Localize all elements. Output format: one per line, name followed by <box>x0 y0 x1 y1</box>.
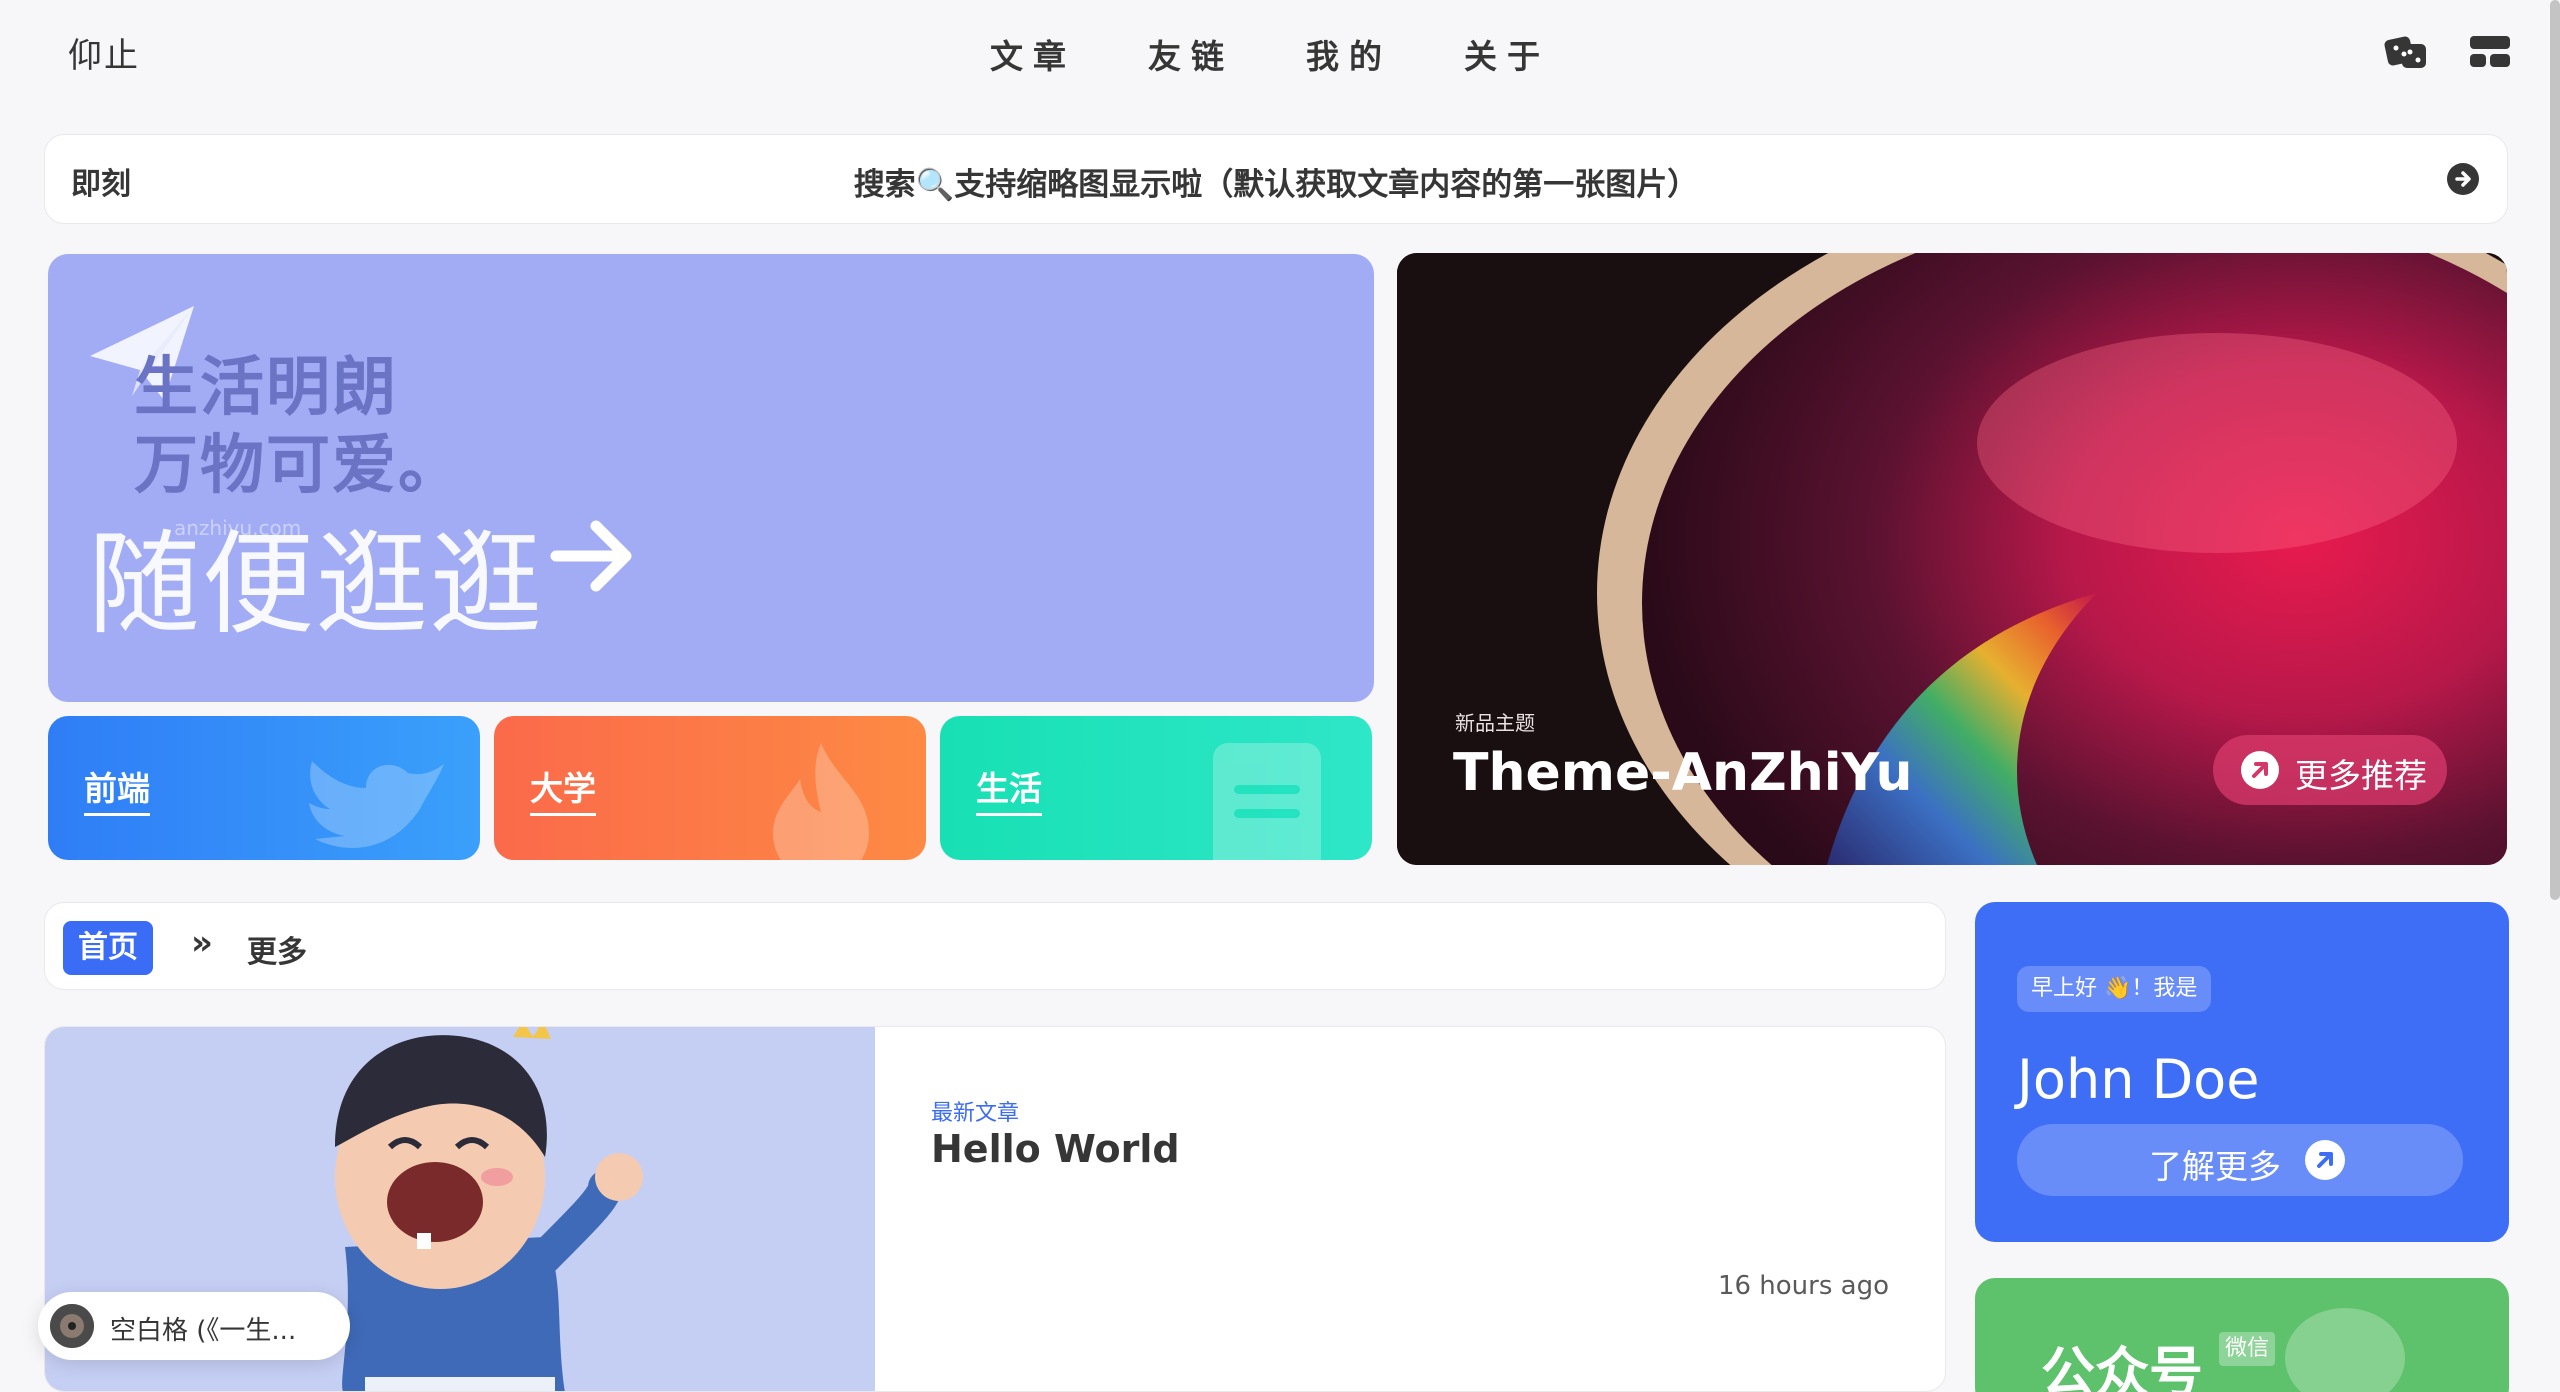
top-header: 仰止 文章 友链 我的 关于 <box>0 0 2560 110</box>
nav-item-links[interactable]: 友链 <box>1148 30 1306 78</box>
nav-item-about[interactable]: 关于 <box>1464 30 1622 78</box>
author-greeting[interactable]: 早上好 👋！我是 <box>2017 966 2212 1012</box>
category-university-card[interactable]: 大学 <box>494 716 926 860</box>
site-brand[interactable]: 仰止 <box>68 28 140 77</box>
banner-cta-text[interactable]: 随便逛逛 <box>88 494 544 656</box>
menu-grid-icon[interactable] <box>2468 32 2512 72</box>
author-card: 早上好 👋！我是 John Doe 了解更多 <box>1975 902 2509 1242</box>
post-title[interactable]: Hello World <box>931 1127 1180 1171</box>
flame-icon <box>773 743 869 860</box>
category-label: 前端 <box>84 762 150 816</box>
post-timestamp: 16 hours ago <box>1717 1271 1889 1301</box>
wechat-icon <box>2285 1308 2405 1392</box>
breadcrumb-home[interactable]: 首页 <box>63 921 153 975</box>
random-browse-banner[interactable]: 生活明朗 万物可爱。 anzhiyu.com 随便逛逛 <box>48 254 1374 702</box>
banner-slogan-line2: 万物可爱。 <box>134 429 464 503</box>
category-frontend-card[interactable]: 前端 <box>48 716 480 860</box>
wechat-title: 公众号 <box>2041 1341 2203 1392</box>
dice-icon[interactable] <box>2384 32 2428 72</box>
category-label: 大学 <box>530 762 596 816</box>
music-title: 空白格 (《一生... <box>110 1316 297 1346</box>
featured-theme-card[interactable]: 新品主题 Theme-AnZhiYu 更多推荐 <box>1397 253 2507 865</box>
feature-tag: 新品主题 <box>1455 711 1535 735</box>
arrow-right-icon <box>550 520 632 592</box>
learn-more-label: 了解更多 <box>2149 1147 2281 1186</box>
wechat-official-account-card[interactable]: 公众号 微信 <box>1975 1278 2509 1392</box>
arrow-up-right-icon <box>2305 1140 2345 1180</box>
breadcrumb-separator: » <box>191 923 213 963</box>
more-recommend-label: 更多推荐 <box>2295 756 2427 795</box>
album-cover <box>50 1304 94 1348</box>
page-scrollbar[interactable] <box>2550 0 2560 900</box>
feature-title: Theme-AnZhiYu <box>1453 743 1913 803</box>
post-tag: 最新文章 <box>931 1101 1020 1126</box>
nav-item-mine[interactable]: 我的 <box>1306 30 1464 78</box>
more-recommend-button[interactable]: 更多推荐 <box>2213 735 2447 805</box>
nav-item-articles[interactable]: 文章 <box>990 30 1148 78</box>
document-icon <box>1213 743 1321 860</box>
author-name: John Doe <box>2017 1048 2260 1111</box>
breadcrumb-more[interactable]: 更多 <box>247 927 307 971</box>
main-nav: 文章 友链 我的 关于 <box>990 30 1622 78</box>
bulletin-text[interactable]: 搜索🔍支持缩略图显示啦（默认获取文章内容的第一张图片） <box>45 159 2507 204</box>
arrow-circle-right-icon[interactable] <box>2447 163 2479 195</box>
music-player-capsule[interactable]: 空白格 (《一生... <box>38 1292 350 1360</box>
bulletin-bar[interactable]: 即刻 搜索🔍支持缩略图显示啦（默认获取文章内容的第一张图片） <box>44 134 2508 224</box>
breadcrumb: 首页 » 更多 <box>44 902 1946 990</box>
arrow-up-right-icon <box>2241 751 2279 789</box>
learn-more-button[interactable]: 了解更多 <box>2017 1124 2463 1196</box>
bird-icon <box>309 761 444 848</box>
category-life-card[interactable]: 生活 <box>940 716 1372 860</box>
wechat-badge: 微信 <box>2219 1332 2276 1366</box>
category-label: 生活 <box>976 762 1042 816</box>
